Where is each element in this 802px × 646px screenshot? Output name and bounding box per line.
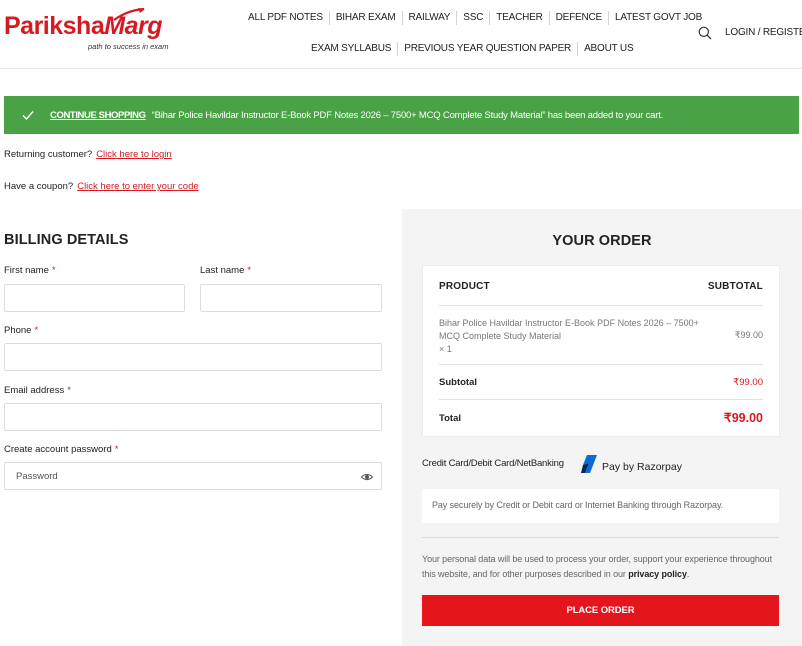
payment-description-box: Pay securely by Credit or Debit card or … (422, 489, 779, 523)
site-logo[interactable]: ParikshaMarg path to success in exam (4, 8, 176, 54)
product-quantity: × 1 (439, 344, 452, 354)
payment-description: Pay securely by Credit or Debit card or … (432, 500, 724, 510)
table-row: Bihar Police Havildar Instructor E-Book … (439, 306, 763, 365)
order-review-panel: YOUR ORDER PRODUCT SUBTOTAL Bihar Police… (402, 209, 802, 646)
required-mark: * (67, 385, 71, 396)
nav-all-pdf-notes[interactable]: ALL PDF NOTES (242, 11, 330, 25)
required-mark: * (114, 444, 119, 455)
privacy-policy-link[interactable]: privacy policy (628, 569, 687, 579)
show-password-eye-icon[interactable] (361, 471, 373, 483)
logo-swoosh-icon (113, 8, 145, 21)
email-label-text: Email address (4, 385, 65, 396)
privacy-notice: Your personal data will be used to proce… (422, 554, 772, 579)
nav-exam-syllabus[interactable]: EXAM SYLLABUS (305, 42, 399, 56)
logo-part1: Pariksha (4, 12, 105, 40)
subtotal-value: ₹99.00 (733, 377, 763, 388)
payment-method-option[interactable]: Credit Card/Debit Card/NetBanking Pay by… (422, 455, 782, 478)
product-name: Bihar Police Havildar Instructor E-Book … (439, 317, 709, 356)
privacy-text: Your personal data will be used to proce… (422, 554, 772, 579)
phone-field[interactable] (4, 343, 382, 371)
nav-previous-year-question-paper[interactable]: PREVIOUS YEAR QUESTION PAPER (398, 42, 579, 56)
password-placeholder: Password (16, 471, 58, 482)
login-link[interactable]: Click here to login (96, 149, 172, 160)
nav-row-1: ALL PDF NOTES BIHAR EXAM RAILWAY SSC TEA… (242, 11, 708, 25)
coupon-text: Have a coupon? (4, 181, 74, 192)
total-label: Total (439, 413, 461, 424)
last-name-label-text: Last name (200, 265, 245, 276)
nav-defence[interactable]: DEFENCE (550, 11, 610, 25)
subtotal-column-header: SUBTOTAL (707, 281, 763, 292)
returning-customer-line: Returning customer? Click here to login (4, 149, 172, 160)
check-icon (22, 111, 34, 121)
phone-label-text: Phone (4, 325, 32, 336)
site-header: ParikshaMarg path to success in exam ALL… (0, 0, 802, 69)
nav-teacher[interactable]: TEACHER (490, 11, 550, 25)
returning-customer-text: Returning customer? (4, 149, 93, 160)
order-table: PRODUCT SUBTOTAL Bihar Police Havildar I… (422, 265, 780, 437)
total-value: ₹99.00 (723, 411, 763, 425)
required-mark: * (51, 265, 56, 276)
first-name-label: First name * (4, 265, 56, 276)
nav-railway[interactable]: RAILWAY (403, 11, 458, 25)
divider (422, 537, 779, 538)
subtotal-label: Subtotal (439, 377, 477, 388)
nav-bihar-exam[interactable]: BIHAR EXAM (330, 11, 403, 25)
cart-notice: CONTINUE SHOPPING “Bihar Police Havildar… (4, 96, 799, 134)
required-mark: * (34, 325, 39, 336)
product-price: ₹99.00 (734, 330, 763, 340)
coupon-line: Have a coupon? Click here to enter your c… (4, 181, 199, 192)
search-icon[interactable] (698, 26, 712, 40)
nav-row-2: EXAM SYLLABUS PREVIOUS YEAR QUESTION PAP… (305, 42, 639, 56)
phone-label: Phone * (4, 325, 38, 336)
cart-notice-message: “Bihar Police Havildar Instructor E-Book… (151, 109, 664, 121)
first-name-label-text: First name (4, 265, 49, 276)
logo-tagline: path to success in exam (88, 42, 169, 51)
first-name-field[interactable] (4, 284, 185, 312)
order-table-header: PRODUCT SUBTOTAL (439, 266, 763, 306)
your-order-title: YOUR ORDER (552, 233, 652, 249)
total-row: Total ₹99.00 (439, 400, 763, 436)
nav-ssc[interactable]: SSC (457, 11, 491, 25)
continue-shopping-button[interactable]: CONTINUE SHOPPING (50, 110, 146, 121)
coupon-link[interactable]: Click here to enter your code (77, 181, 198, 192)
last-name-field[interactable] (200, 284, 382, 312)
required-mark: * (247, 265, 252, 276)
razorpay-logo-icon (581, 455, 597, 473)
login-register-link[interactable]: LOGIN / REGISTER (725, 27, 802, 38)
billing-details-title: BILLING DETAILS (4, 232, 129, 248)
nav-latest-govt-job[interactable]: LATEST GOVT JOB (609, 11, 708, 25)
razorpay-label: Pay by Razorpay (602, 461, 682, 473)
subtotal-row: Subtotal ₹99.00 (439, 365, 763, 400)
place-order-button[interactable]: PLACE ORDER (422, 595, 779, 626)
product-name-text: Bihar Police Havildar Instructor E-Book … (439, 318, 699, 341)
payment-method-label: Credit Card/Debit Card/NetBanking (422, 458, 564, 469)
password-label: Create account password * (4, 444, 118, 455)
last-name-label: Last name * (200, 265, 251, 276)
nav-about-us[interactable]: ABOUT US (578, 42, 639, 56)
email-label: Email address * (4, 385, 71, 396)
email-field[interactable] (4, 403, 382, 431)
password-field[interactable]: Password (4, 462, 382, 490)
product-column-header: PRODUCT (439, 281, 490, 292)
password-label-text: Create account password (4, 444, 112, 455)
